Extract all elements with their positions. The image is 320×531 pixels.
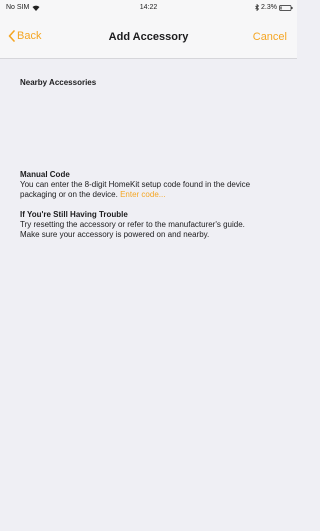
manual-code-heading: Manual Code: [20, 170, 70, 179]
trouble-heading: If You're Still Having Trouble: [20, 210, 128, 219]
manual-code-section: Manual Code You can enter the 8-digit Ho…: [20, 170, 284, 200]
status-bar: No SIM 14:22 2.3%: [0, 0, 297, 18]
battery-icon: [279, 4, 293, 11]
enter-code-link[interactable]: Enter code...: [120, 190, 165, 199]
nearby-section: Nearby Accessories: [20, 78, 284, 88]
status-right: 2.3%: [255, 4, 293, 11]
bluetooth-icon: [255, 4, 260, 11]
navigation-bar: Back Add Accessory Cancel: [0, 18, 297, 59]
trouble-text-1: Try resetting the accessory or refer to …: [20, 220, 245, 229]
manual-code-description: You can enter the 8-digit HomeKit setup …: [20, 180, 284, 200]
trouble-text-2: Make sure your accessory is powered on a…: [20, 230, 210, 239]
nearby-heading: Nearby Accessories: [20, 78, 97, 87]
cancel-button[interactable]: Cancel: [253, 31, 287, 43]
status-time: 14:22: [139, 4, 158, 11]
content: Nearby Accessories Manual Code You can e…: [20, 78, 284, 240]
trouble-section: If You're Still Having Trouble Try reset…: [20, 210, 284, 240]
battery-percent: 2.3%: [261, 4, 277, 11]
